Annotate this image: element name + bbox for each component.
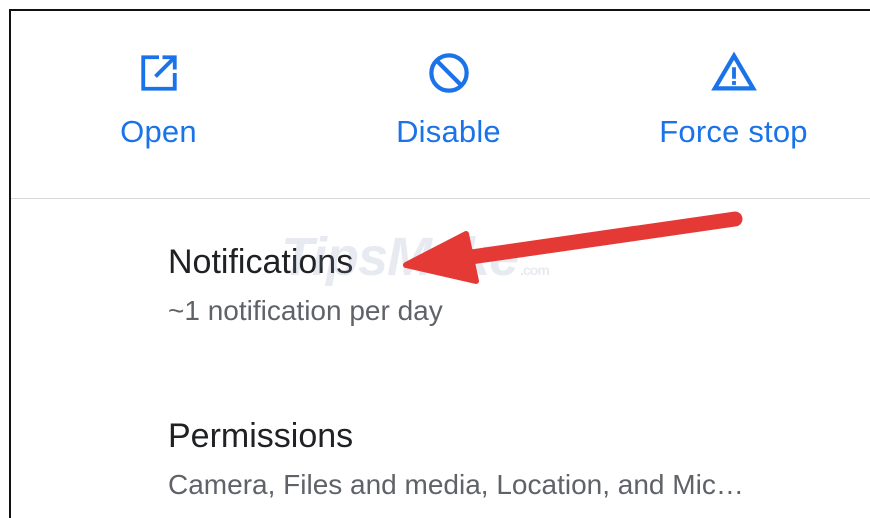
settings-item-title: Notifications xyxy=(168,243,354,281)
settings-item-notifications[interactable]: Notifications ~1 notification per day xyxy=(168,242,858,328)
app-actions-bar: Open Disable Force stop xyxy=(11,11,870,197)
force-stop-label: Force stop xyxy=(659,114,808,149)
warning-icon xyxy=(710,50,757,96)
app-info-screen: Open Disable Force stop Notifications ~1… xyxy=(9,9,870,518)
settings-item-summary: ~1 notification per day xyxy=(168,295,443,326)
open-in-new-icon xyxy=(136,50,182,96)
force-stop-button[interactable]: Force stop xyxy=(626,11,841,197)
disable-button[interactable]: Disable xyxy=(356,11,541,197)
open-button[interactable]: Open xyxy=(66,11,251,197)
disable-label: Disable xyxy=(396,114,501,149)
divider xyxy=(11,198,870,199)
open-label: Open xyxy=(120,114,197,149)
settings-item-permissions[interactable]: Permissions Camera, Files and media, Loc… xyxy=(168,416,858,502)
settings-item-title: Permissions xyxy=(168,417,354,455)
settings-item-summary: Camera, Files and media, Location, and M… xyxy=(168,469,744,500)
block-icon xyxy=(426,50,472,96)
